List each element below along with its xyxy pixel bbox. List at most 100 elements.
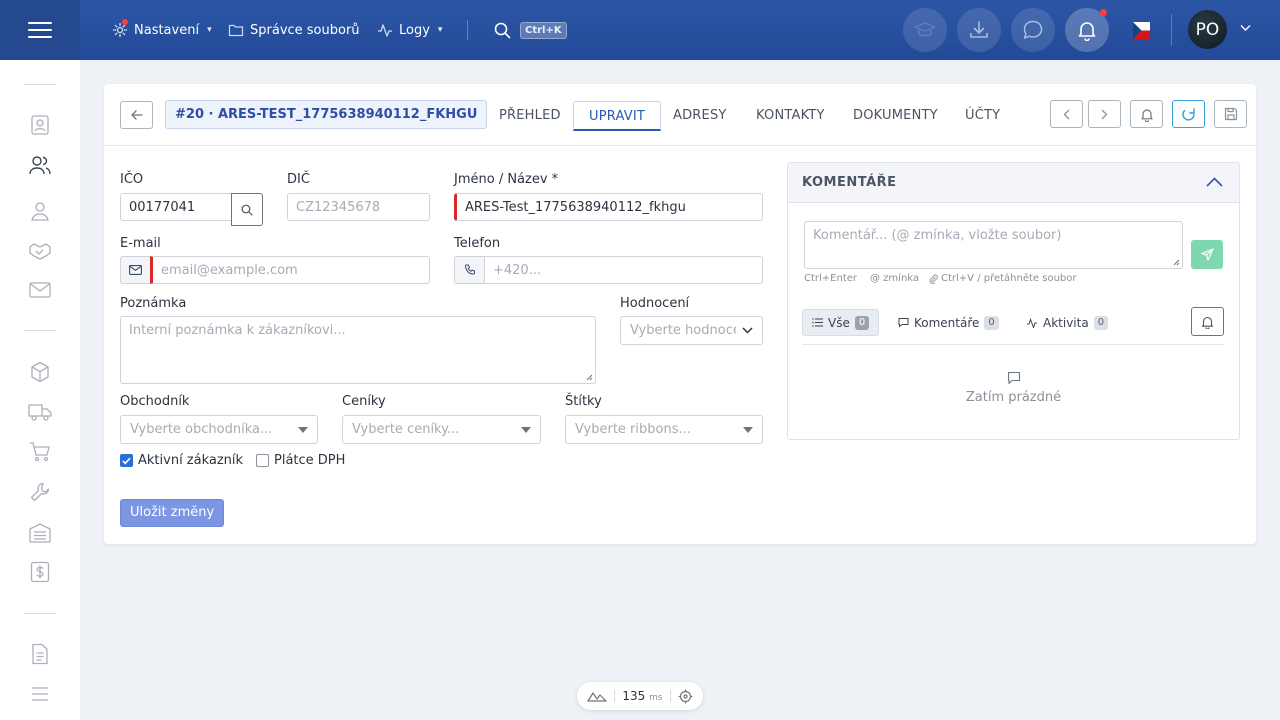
sidebar-divider xyxy=(24,613,56,614)
empty-state-text: Zatím prázdné xyxy=(965,390,1062,405)
rating-select[interactable]: Vyberte hodnocení xyxy=(620,316,763,345)
send-comment-button[interactable] xyxy=(1191,240,1223,269)
contact-card-icon xyxy=(31,115,49,135)
filter-all-count: 0 xyxy=(854,315,870,330)
sidebar-item-orders[interactable] xyxy=(28,440,52,464)
search-icon[interactable] xyxy=(494,22,511,39)
tags-placeholder: Vyberte ribbons... xyxy=(575,422,691,437)
sidebar-item-documents[interactable] xyxy=(28,642,52,666)
ico-value: 00177041 xyxy=(129,199,196,215)
vat-payer-checkbox[interactable]: Plátce DPH xyxy=(256,453,345,468)
caret-down-icon xyxy=(521,426,531,433)
sidebar-item-contacts[interactable] xyxy=(28,113,52,137)
chat-button[interactable] xyxy=(1011,8,1055,52)
tab-contacts[interactable]: KONTAKTY xyxy=(741,101,840,131)
tab-documents[interactable]: DOKUMENTY xyxy=(838,101,953,131)
customer-card: #20 · ARES-TEST_1775638940112_FKHGU PŘEH… xyxy=(104,84,1256,544)
pricelists-select[interactable]: Vyberte ceníky... xyxy=(342,415,541,444)
nav-settings[interactable]: Nastavení ▾ xyxy=(112,0,212,60)
name-input[interactable]: ARES-Test_1775638940112_fkhgu xyxy=(454,193,763,221)
arrow-left-icon xyxy=(130,110,143,120)
chevron-up-icon[interactable] xyxy=(1206,177,1223,187)
caret-down-icon xyxy=(298,426,308,433)
sidebar-item-finance[interactable] xyxy=(28,560,52,584)
active-customer-checkbox[interactable]: Aktivní zákazník xyxy=(120,453,243,468)
salesman-select[interactable]: Vyberte obchodníka... xyxy=(120,415,318,444)
tags-select[interactable]: Vyberte ribbons... xyxy=(565,415,763,444)
subscribe-comments-button[interactable] xyxy=(1191,307,1224,336)
pricelists-label: Ceníky xyxy=(342,394,386,409)
chat-bubble-icon xyxy=(1023,20,1043,39)
comment-icon xyxy=(898,318,909,328)
notifications-button[interactable] xyxy=(1065,8,1109,52)
czech-flag-icon[interactable] xyxy=(1133,22,1150,39)
name-value: ARES-Test_1775638940112_fkhgu xyxy=(465,199,686,215)
sidebar-item-customers[interactable] xyxy=(28,153,52,177)
checkbox-unchecked[interactable] xyxy=(256,454,269,467)
ares-lookup-button[interactable] xyxy=(231,193,263,226)
filter-comments-label: Komentáře xyxy=(914,315,980,330)
download-button[interactable] xyxy=(957,8,1001,52)
tab-addresses[interactable]: ADRESY xyxy=(658,101,742,131)
user-location-icon xyxy=(31,202,49,221)
envelope-icon xyxy=(29,282,51,298)
topbar-divider xyxy=(1171,14,1172,46)
sidebar-item-mail[interactable] xyxy=(28,278,52,302)
menu-toggle-button[interactable] xyxy=(0,0,80,60)
activity-icon xyxy=(378,24,392,37)
save-icon-button[interactable] xyxy=(1214,100,1247,128)
tab-overview[interactable]: PŘEHLED xyxy=(484,101,576,131)
floppy-disk-icon xyxy=(1224,107,1237,121)
nav-logs[interactable]: Logy ▾ xyxy=(377,0,442,60)
back-button[interactable] xyxy=(120,101,153,129)
sidebar xyxy=(0,60,80,720)
box-icon xyxy=(31,361,49,383)
filter-comments[interactable]: Komentáře 0 xyxy=(889,309,1008,336)
chevron-down-icon[interactable] xyxy=(1240,24,1251,32)
note-textarea[interactable]: Interní poznámka k zákazníkovi... xyxy=(120,316,596,384)
wrench-icon xyxy=(30,482,50,502)
response-time: 135 ms xyxy=(622,689,662,703)
truck-icon xyxy=(28,404,52,421)
email-input[interactable]: email@example.com xyxy=(150,256,430,284)
save-button[interactable]: Uložit změny xyxy=(120,499,225,527)
warehouse-icon xyxy=(29,523,51,543)
chevron-left-icon xyxy=(1063,109,1070,119)
sidebar-item-delivery[interactable] xyxy=(28,400,52,424)
comments-title: KOMENTÁŘE xyxy=(802,175,897,190)
sidebar-item-more[interactable] xyxy=(28,682,52,706)
user-avatar[interactable]: PO xyxy=(1188,10,1227,49)
pill-divider xyxy=(614,690,616,702)
envelope-icon xyxy=(129,265,142,275)
sidebar-item-products[interactable] xyxy=(28,360,52,384)
filter-activity[interactable]: Aktivita 0 xyxy=(1017,309,1117,336)
tab-accounts[interactable]: ÚČTY xyxy=(950,101,1015,131)
checkbox-checked[interactable] xyxy=(120,454,133,467)
crosshair-icon[interactable] xyxy=(678,689,693,704)
comments-header[interactable]: KOMENTÁŘE xyxy=(788,163,1239,203)
ico-input[interactable]: 00177041 xyxy=(120,193,233,221)
tutorial-button[interactable] xyxy=(903,8,947,52)
filter-all[interactable]: Vše 0 xyxy=(802,309,880,336)
comment-input[interactable]: Komentář... (@ zmínka, vložte soubor) xyxy=(804,221,1183,269)
response-time-unit: ms xyxy=(649,693,663,703)
sidebar-item-leads[interactable] xyxy=(28,199,52,223)
nav-file-manager[interactable]: Správce souborů xyxy=(228,0,360,60)
resize-handle-icon[interactable] xyxy=(586,374,593,381)
sidebar-item-warehouse[interactable] xyxy=(28,521,52,545)
ico-label: IČO xyxy=(120,172,144,187)
dic-input[interactable]: CZ12345678 xyxy=(287,193,430,221)
pricelists-placeholder: Vyberte ceníky... xyxy=(352,422,460,437)
resize-handle-icon[interactable] xyxy=(1173,259,1180,266)
chevron-down-icon: ▾ xyxy=(207,25,212,35)
watch-button[interactable] xyxy=(1130,100,1163,128)
next-record-button[interactable] xyxy=(1088,100,1121,128)
phone-input[interactable]: +420... xyxy=(484,256,763,284)
tab-edit[interactable]: UPRAVIT xyxy=(573,101,661,131)
sidebar-item-deals[interactable] xyxy=(28,239,52,263)
previous-record-button[interactable] xyxy=(1050,100,1083,128)
refresh-button[interactable] xyxy=(1172,100,1205,128)
dic-placeholder: CZ12345678 xyxy=(296,199,381,215)
chevron-down-icon: ▾ xyxy=(437,25,443,35)
sidebar-item-service[interactable] xyxy=(28,480,52,504)
